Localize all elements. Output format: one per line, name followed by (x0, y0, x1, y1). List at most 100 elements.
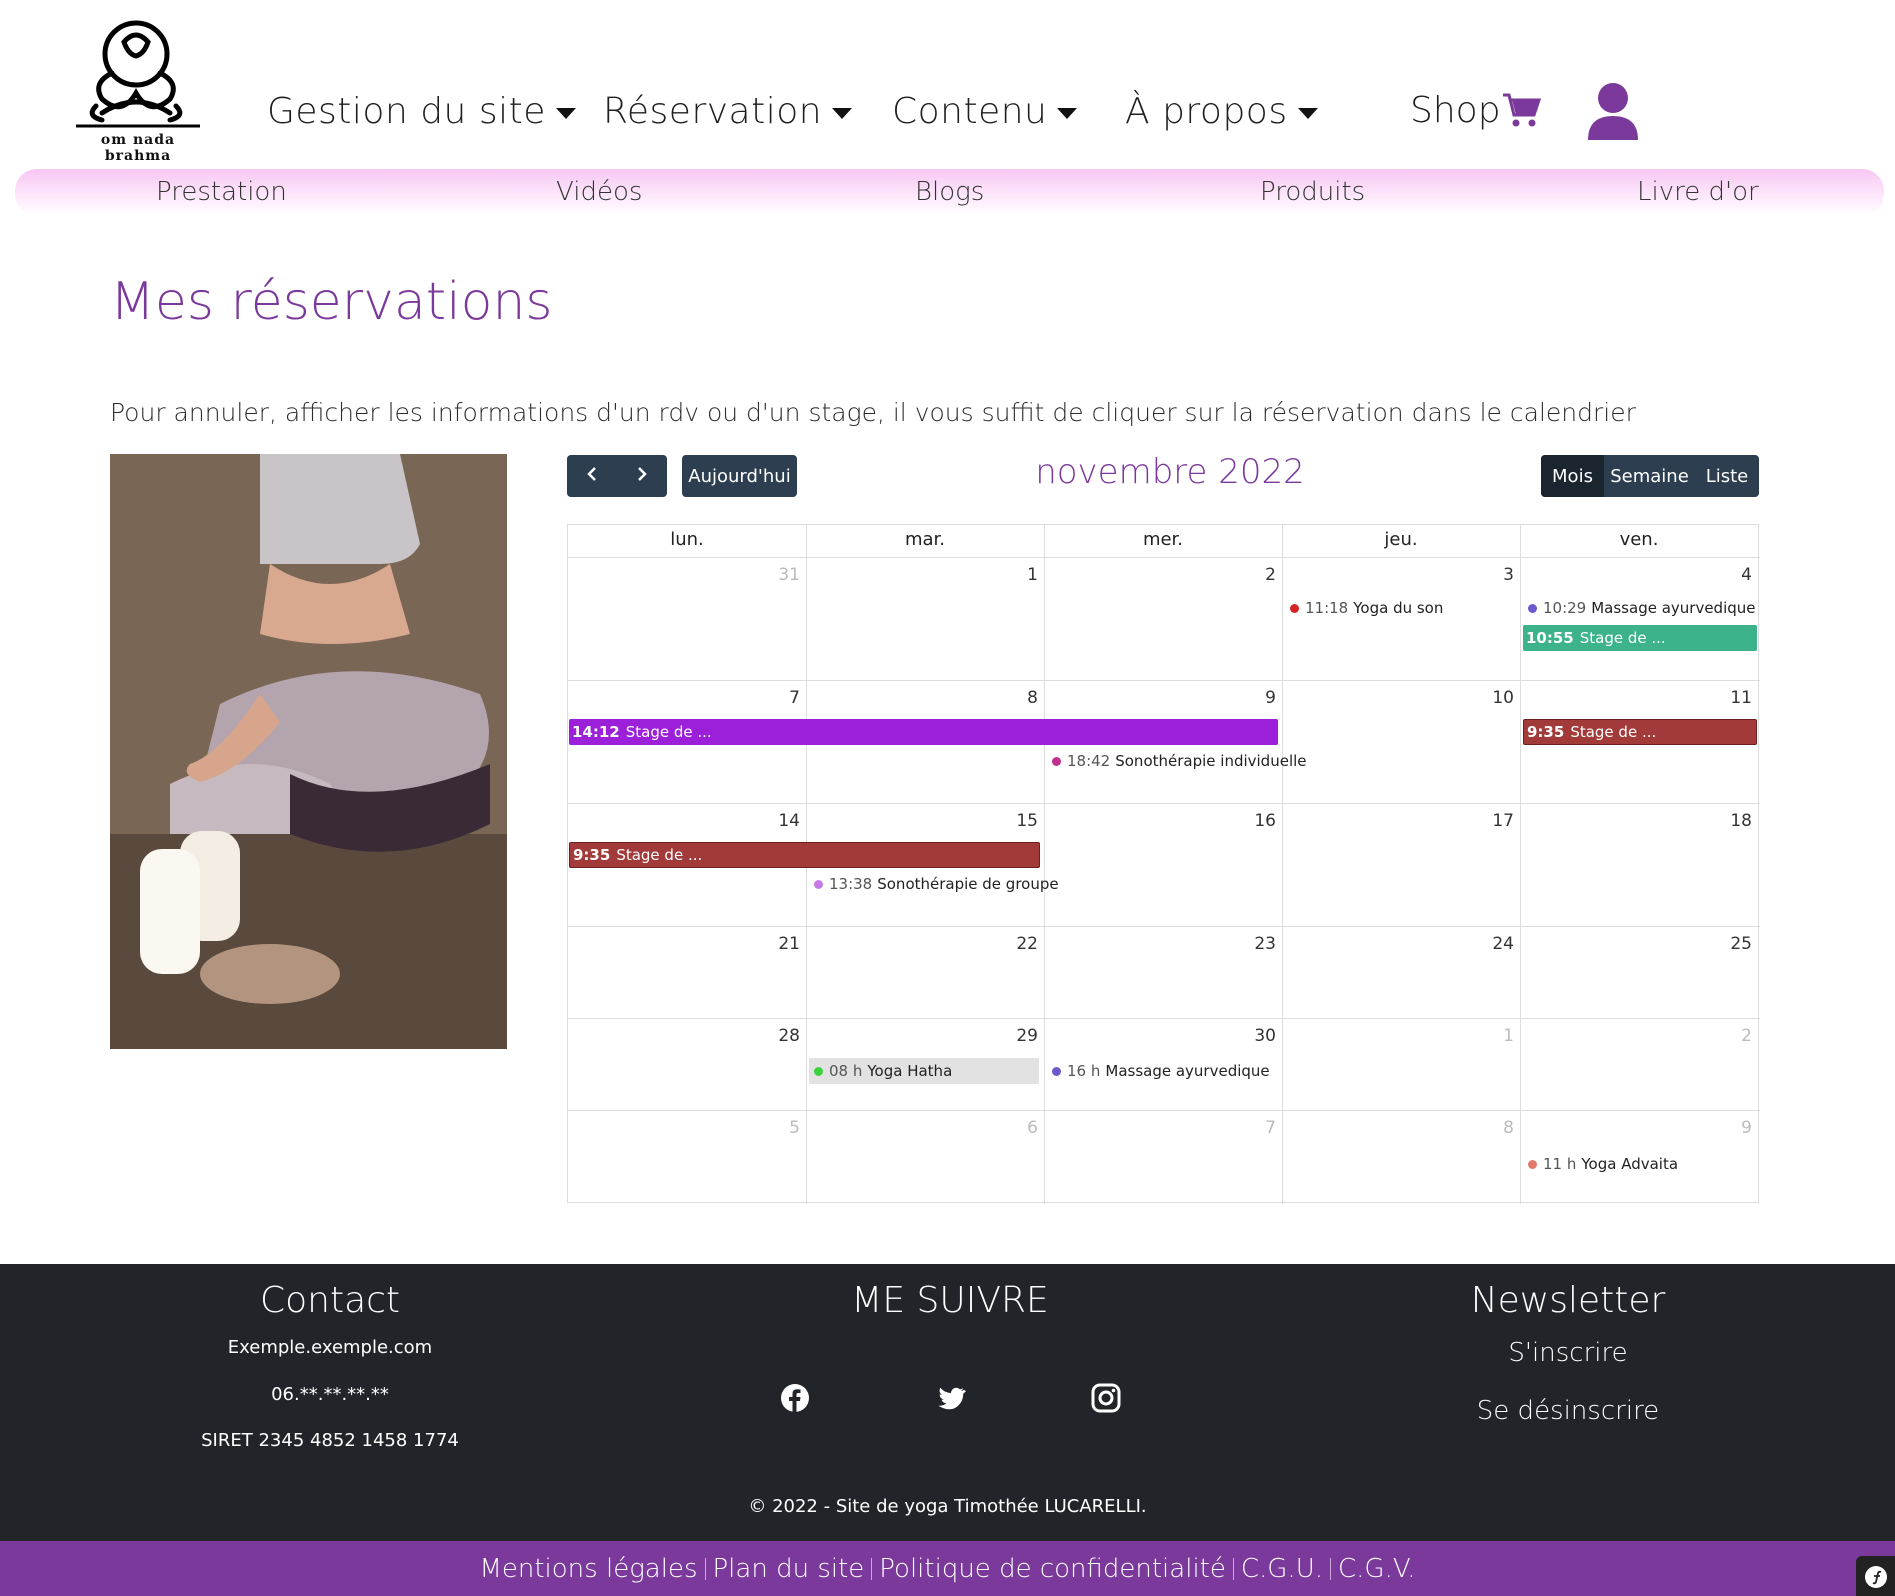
shopping-cart-icon (1502, 93, 1541, 127)
day-number[interactable]: 21 (760, 934, 800, 954)
event-stage-bar[interactable]: 10:55 Stage de ... (1523, 625, 1757, 651)
day-number[interactable]: 7 (1236, 1118, 1276, 1138)
day-number[interactable]: 2 (1236, 565, 1276, 585)
view-list-button[interactable]: Liste (1695, 455, 1759, 497)
day-number[interactable]: 30 (1236, 1026, 1276, 1046)
nav-label: Gestion du site (267, 90, 546, 132)
day-number[interactable]: 1 (1474, 1026, 1514, 1046)
day-number[interactable]: 16 (1236, 811, 1276, 831)
day-number[interactable]: 4 (1712, 565, 1752, 585)
month-calendar: lun. mar. mer. jeu. ven. 31 1 2 3 4 7 8 … (567, 524, 1760, 1204)
event-sonotherapie-individuelle[interactable]: 18:42 Sonothérapie individuelle (1052, 752, 1307, 770)
footer-email[interactable]: Exemple.exemple.com (180, 1337, 480, 1358)
day-number[interactable]: 8 (998, 688, 1038, 708)
event-yoga-hatha[interactable]: 08 h Yoga Hatha (809, 1058, 1039, 1084)
day-number[interactable]: 24 (1474, 934, 1514, 954)
day-number[interactable]: 3 (1474, 565, 1514, 585)
day-number[interactable]: 25 (1712, 934, 1752, 954)
nav-gestion-du-site[interactable]: Gestion du site (267, 82, 576, 140)
day-number[interactable]: 5 (760, 1118, 800, 1138)
footer-phone: 06.**.**.**.** (271, 1384, 389, 1405)
day-number[interactable]: 11 (1712, 688, 1752, 708)
event-time: 08 h (829, 1062, 863, 1080)
today-button[interactable]: Aujourd'hui (682, 455, 797, 497)
calendar-title: novembre 2022 (1035, 452, 1305, 492)
next-chevron-icon[interactable] (617, 466, 667, 487)
day-number[interactable]: 28 (760, 1026, 800, 1046)
day-header: ven. (1619, 529, 1659, 550)
event-title: Stage de ... (1570, 723, 1657, 741)
yoga-meditation-image (110, 454, 507, 1049)
event-title: Yoga Hatha (867, 1062, 953, 1080)
yoga-photo (110, 454, 507, 1049)
event-title: Massage ayurvedique (1591, 599, 1756, 617)
day-number[interactable]: 1 (998, 565, 1038, 585)
nav-reservation[interactable]: Réservation (603, 82, 853, 140)
prev-chevron-icon[interactable] (567, 466, 617, 487)
event-dot (1052, 756, 1061, 766)
link-cgv[interactable]: C.G.V. (1331, 1554, 1423, 1584)
subnav-livre-dor[interactable]: Livre d'or (1637, 177, 1759, 207)
facebook-icon[interactable] (780, 1383, 810, 1413)
link-mentions-legales[interactable]: Mentions légales (472, 1554, 704, 1584)
link-cgu[interactable]: C.G.U. (1234, 1554, 1330, 1584)
view-month-button[interactable]: Mois (1541, 455, 1604, 497)
day-number[interactable]: 15 (998, 811, 1038, 831)
event-stage-bar[interactable]: 9:35 Stage de ... (1523, 719, 1757, 745)
event-stage-bar[interactable]: 9:35 Stage de ... (569, 842, 1040, 868)
day-number[interactable]: 23 (1236, 934, 1276, 954)
day-number[interactable]: 29 (998, 1026, 1038, 1046)
day-header: mer. (1142, 529, 1184, 550)
day-header: lun. (670, 529, 704, 550)
nav-shop[interactable]: Shop (1410, 80, 1541, 140)
day-number[interactable]: 9 (1712, 1118, 1752, 1138)
newsletter-subscribe-link[interactable]: S'inscrire (1418, 1338, 1718, 1368)
event-sonotherapie-groupe[interactable]: 13:38 Sonothérapie de groupe (814, 875, 1059, 893)
symfony-toolbar-toggle[interactable] (1856, 1556, 1895, 1596)
day-number[interactable]: 9 (1236, 688, 1276, 708)
event-yoga-du-son[interactable]: 11:18 Yoga du son (1290, 599, 1443, 617)
event-time: 9:35 (1527, 723, 1565, 741)
day-number[interactable]: 31 (760, 565, 800, 585)
subnav-produits[interactable]: Produits (1260, 177, 1365, 207)
subnav-blogs[interactable]: Blogs (915, 177, 984, 207)
nav-contenu[interactable]: Contenu (892, 82, 1078, 140)
event-time: 11 h (1543, 1155, 1577, 1173)
day-number[interactable]: 14 (760, 811, 800, 831)
day-number[interactable]: 17 (1474, 811, 1514, 831)
day-number[interactable]: 7 (760, 688, 800, 708)
user-account-icon[interactable] (1586, 82, 1640, 140)
link-politique-confidentialite[interactable]: Politique de confidentialité (872, 1554, 1233, 1584)
event-title: Sonothérapie de groupe (877, 875, 1059, 893)
day-number[interactable]: 18 (1712, 811, 1752, 831)
day-header: jeu. (1384, 529, 1418, 550)
shop-label: Shop (1410, 89, 1501, 131)
event-yoga-advaita[interactable]: 11 h Yoga Advaita (1528, 1155, 1678, 1173)
link-plan-du-site[interactable]: Plan du site (706, 1554, 872, 1584)
subnav-prestation[interactable]: Prestation (156, 177, 287, 207)
nav-label: Réservation (603, 90, 823, 132)
instagram-icon[interactable] (1091, 1383, 1121, 1413)
twitter-icon[interactable] (936, 1383, 966, 1413)
newsletter-unsubscribe-link[interactable]: Se désinscrire (1418, 1396, 1718, 1426)
event-title: Massage ayurvedique (1105, 1062, 1270, 1080)
calendar-view-switch: Mois Semaine Liste (1541, 455, 1759, 497)
page-title: Mes réservations (110, 272, 553, 332)
view-week-button[interactable]: Semaine (1604, 455, 1695, 497)
day-number[interactable]: 6 (998, 1118, 1038, 1138)
day-number[interactable]: 22 (998, 934, 1038, 954)
symfony-icon (1865, 1566, 1887, 1588)
footer-contact-title: Contact (259, 1280, 401, 1321)
day-number[interactable]: 8 (1474, 1118, 1514, 1138)
site-logo[interactable]: om nada brahma (72, 18, 204, 164)
nav-a-propos[interactable]: À propos (1125, 82, 1318, 140)
event-massage-ayurvedique[interactable]: 10:29 Massage ayurvedique (1528, 599, 1756, 617)
day-number[interactable]: 10 (1474, 688, 1514, 708)
sub-navigation: Prestation Vidéos Blogs Produits Livre d… (15, 169, 1884, 216)
logo-text: om nada brahma (100, 132, 176, 164)
event-massage-ayurvedique[interactable]: 16 h Massage ayurvedique (1052, 1062, 1270, 1080)
event-time: 14:12 (572, 723, 620, 741)
event-stage-bar[interactable]: 14:12 Stage de ... (569, 719, 1278, 745)
subnav-videos[interactable]: Vidéos (556, 177, 642, 207)
day-number[interactable]: 2 (1712, 1026, 1752, 1046)
